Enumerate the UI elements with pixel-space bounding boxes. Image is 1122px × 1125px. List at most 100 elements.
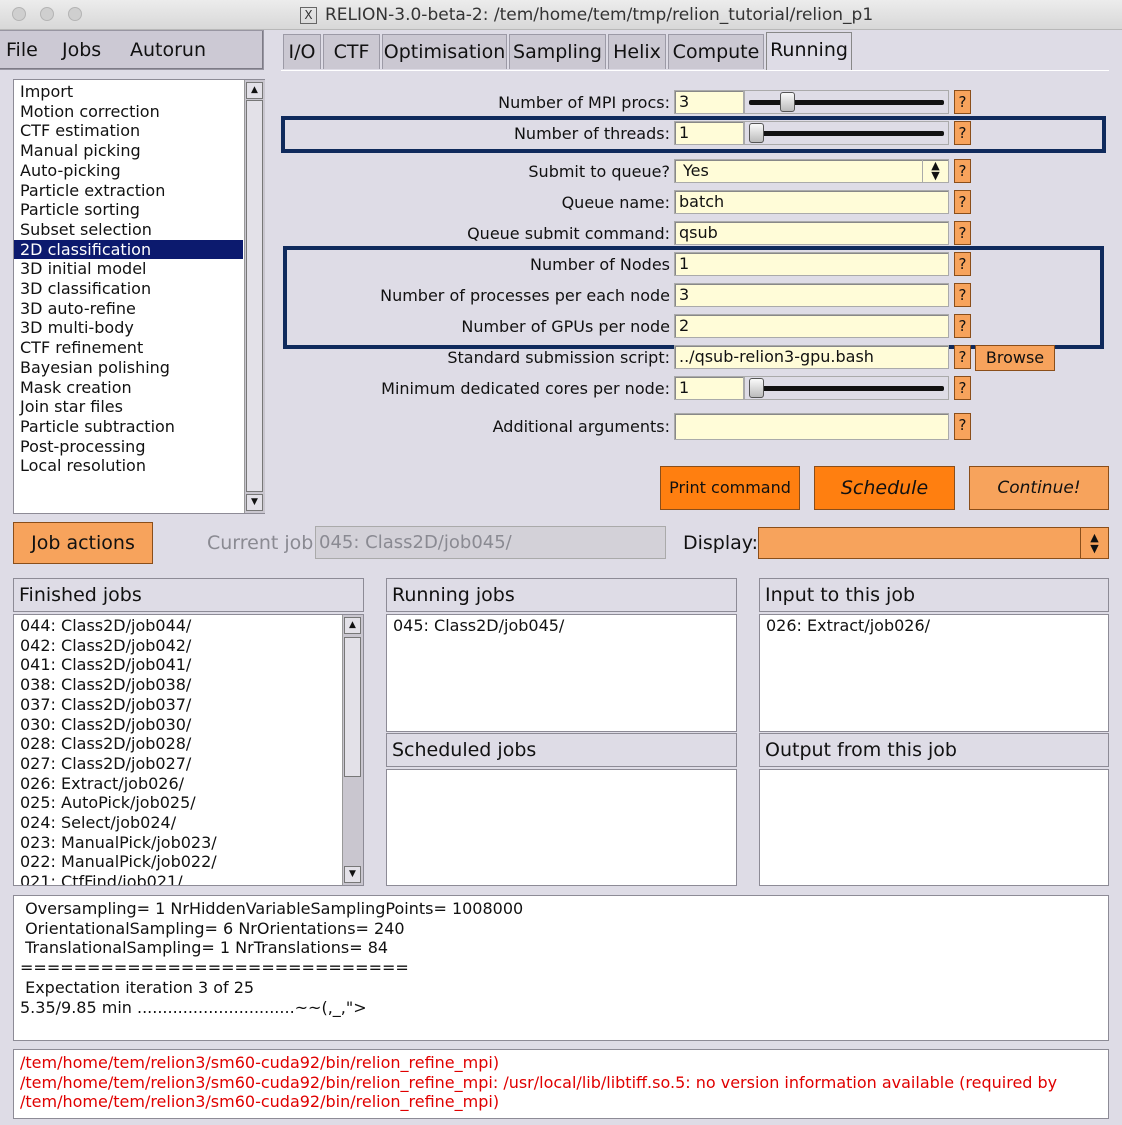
stdout-line: OrientationalSampling= 6 NrOrientations=… (20, 918, 405, 938)
schedule-button[interactable]: Schedule (814, 466, 955, 510)
finished-job-item[interactable]: 037: Class2D/job037/ (20, 695, 217, 715)
finished-job-item[interactable]: 024: Select/job024/ (20, 813, 217, 833)
job-type-ctf-estimation[interactable]: CTF estimation (14, 121, 243, 141)
zoom-window-button[interactable] (68, 7, 82, 21)
args-input[interactable] (674, 413, 949, 440)
finished-job-item[interactable]: 026: Extract/job026/ (20, 774, 217, 794)
job-type-join-star-files[interactable]: Join star files (14, 397, 243, 417)
submit-cmd-input[interactable]: qsub (674, 221, 949, 245)
job-type-particle-extraction[interactable]: Particle extraction (14, 181, 243, 201)
x11-app-icon: X (300, 7, 317, 24)
job-type-particle-subtraction[interactable]: Particle subtraction (14, 417, 243, 437)
tab-ctf[interactable]: CTF (323, 34, 380, 69)
job-type-mask-creation[interactable]: Mask creation (14, 378, 243, 398)
job-type-3d-initial-model[interactable]: 3D initial model (14, 259, 243, 279)
queue-name-label: Queue name: (561, 193, 670, 212)
queue-select[interactable]: Yes ▲ ▼ (674, 159, 949, 183)
scroll-up-arrow-icon[interactable]: ▲ (344, 617, 361, 634)
stderr-panel[interactable]: /tem/home/tem/relion3/sm60-cuda92/bin/re… (13, 1049, 1109, 1119)
job-type-bayesian-polishing[interactable]: Bayesian polishing (14, 358, 243, 378)
tab-io[interactable]: I/O (283, 34, 321, 69)
script-help-button[interactable]: ? (954, 345, 971, 369)
min-cores-slider[interactable] (744, 376, 949, 400)
menu-file[interactable]: File (6, 39, 38, 61)
job-type-import[interactable]: Import (14, 82, 243, 102)
mpi-help-button[interactable]: ? (954, 90, 971, 114)
minimize-window-button[interactable] (40, 7, 54, 21)
stdout-panel[interactable]: Oversampling= 1 NrHiddenVariableSampling… (13, 895, 1109, 1041)
finished-job-item[interactable]: 027: Class2D/job027/ (20, 754, 217, 774)
job-actions-button[interactable]: Job actions (13, 522, 153, 564)
min-cores-slider-knob[interactable] (749, 378, 764, 398)
job-type-scrollbar[interactable]: ▲ ▼ (244, 80, 265, 513)
scheduled-jobs-header: Scheduled jobs (386, 733, 737, 767)
finished-job-item[interactable]: 041: Class2D/job041/ (20, 655, 217, 675)
stderr-lines: /tem/home/tem/relion3/sm60-cuda92/bin/re… (20, 1053, 1057, 1112)
finished-job-item[interactable]: 044: Class2D/job044/ (20, 616, 217, 636)
stdout-line: 5.35/9.85 min ..........................… (20, 997, 367, 1017)
job-type-manual-picking[interactable]: Manual picking (14, 141, 243, 161)
browse-button[interactable]: Browse (975, 345, 1055, 371)
stderr-line: /tem/home/tem/relion3/sm60-cuda92/bin/re… (20, 1072, 1058, 1092)
input-job-items: 026: Extract/job026/ (766, 616, 930, 636)
finished-job-item[interactable]: 022: ManualPick/job022/ (20, 852, 217, 872)
finished-job-items: 044: Class2D/job044/042: Class2D/job042/… (20, 616, 217, 885)
current-job-label: Current job: (207, 532, 320, 554)
finished-job-item[interactable]: 021: CtfFind/job021/ (20, 872, 217, 885)
scroll-thumb[interactable] (246, 100, 263, 492)
menu-jobs[interactable]: Jobs (62, 39, 101, 61)
finished-job-item[interactable]: 023: ManualPick/job023/ (20, 833, 217, 853)
running-jobs-list: 045: Class2D/job045/ (386, 614, 737, 732)
script-input[interactable]: ../qsub-relion3-gpu.bash (674, 345, 949, 369)
finished-job-item[interactable]: 030: Class2D/job030/ (20, 715, 217, 735)
job-type-3d-auto-refine[interactable]: 3D auto-refine (14, 299, 243, 319)
close-window-button[interactable] (12, 7, 26, 21)
job-type-3d-classification[interactable]: 3D classification (14, 279, 243, 299)
print-command-button[interactable]: Print command (660, 466, 800, 510)
display-select[interactable]: ▲ ▼ (758, 527, 1109, 559)
continue-button[interactable]: Continue! (969, 466, 1109, 510)
job-type-2d-classification[interactable]: 2D classification (14, 239, 243, 260)
job-type-post-processing[interactable]: Post-processing (14, 437, 243, 457)
select-arrows-icon: ▲ ▼ (922, 160, 948, 182)
mpi-slider-knob[interactable] (780, 92, 796, 112)
finished-job-item[interactable]: 028: Class2D/job028/ (20, 734, 217, 754)
job-type-auto-picking[interactable]: Auto-picking (14, 161, 243, 181)
finished-jobs-list: 044: Class2D/job044/042: Class2D/job042/… (13, 614, 364, 886)
queue-help-button[interactable]: ? (954, 159, 971, 183)
queue-name-help-button[interactable]: ? (954, 190, 971, 214)
job-type-particle-sorting[interactable]: Particle sorting (14, 200, 243, 220)
job-type-ctf-refinement[interactable]: CTF refinement (14, 338, 243, 358)
job-type-motion-correction[interactable]: Motion correction (14, 102, 243, 122)
scroll-thumb[interactable] (344, 637, 361, 777)
mpi-slider[interactable] (744, 90, 949, 114)
tab-sampling[interactable]: Sampling (509, 34, 606, 69)
args-help-button[interactable]: ? (954, 413, 971, 440)
queue-label: Submit to queue? (528, 162, 670, 181)
stdout-line: Oversampling= 1 NrHiddenVariableSampling… (20, 899, 524, 918)
finished-job-item[interactable]: 038: Class2D/job038/ (20, 675, 217, 695)
finished-job-item[interactable]: 042: Class2D/job042/ (20, 636, 217, 656)
input-jobs-list: 026: Extract/job026/ (759, 614, 1109, 732)
tab-running[interactable]: Running (766, 32, 852, 71)
mpi-input[interactable]: 3 (674, 90, 744, 114)
finished-jobs-scrollbar[interactable]: ▲ ▼ (342, 615, 363, 885)
submit-cmd-help-button[interactable]: ? (954, 221, 971, 245)
input-job-item[interactable]: 026: Extract/job026/ (766, 616, 930, 636)
menu-autorun[interactable]: Autorun (130, 39, 206, 61)
tab-compute[interactable]: Compute (668, 34, 764, 69)
job-type-subset-selection[interactable]: Subset selection (14, 220, 243, 240)
scroll-down-arrow-icon[interactable]: ▼ (246, 494, 263, 511)
running-job-item[interactable]: 045: Class2D/job045/ (393, 616, 564, 636)
job-type-local-resolution[interactable]: Local resolution (14, 456, 243, 476)
tab-optimisation[interactable]: Optimisation (382, 34, 507, 69)
finished-job-item[interactable]: 025: AutoPick/job025/ (20, 793, 217, 813)
min-cores-help-button[interactable]: ? (954, 376, 971, 400)
tab-helix[interactable]: Helix (608, 34, 666, 69)
stdout-lines: Oversampling= 1 NrHiddenVariableSampling… (20, 899, 523, 1017)
queue-name-input[interactable]: batch (674, 190, 949, 214)
min-cores-input[interactable]: 1 (674, 376, 744, 400)
scroll-down-arrow-icon[interactable]: ▼ (344, 866, 361, 883)
scroll-up-arrow-icon[interactable]: ▲ (246, 82, 263, 99)
job-type-3d-multi-body[interactable]: 3D multi-body (14, 318, 243, 338)
